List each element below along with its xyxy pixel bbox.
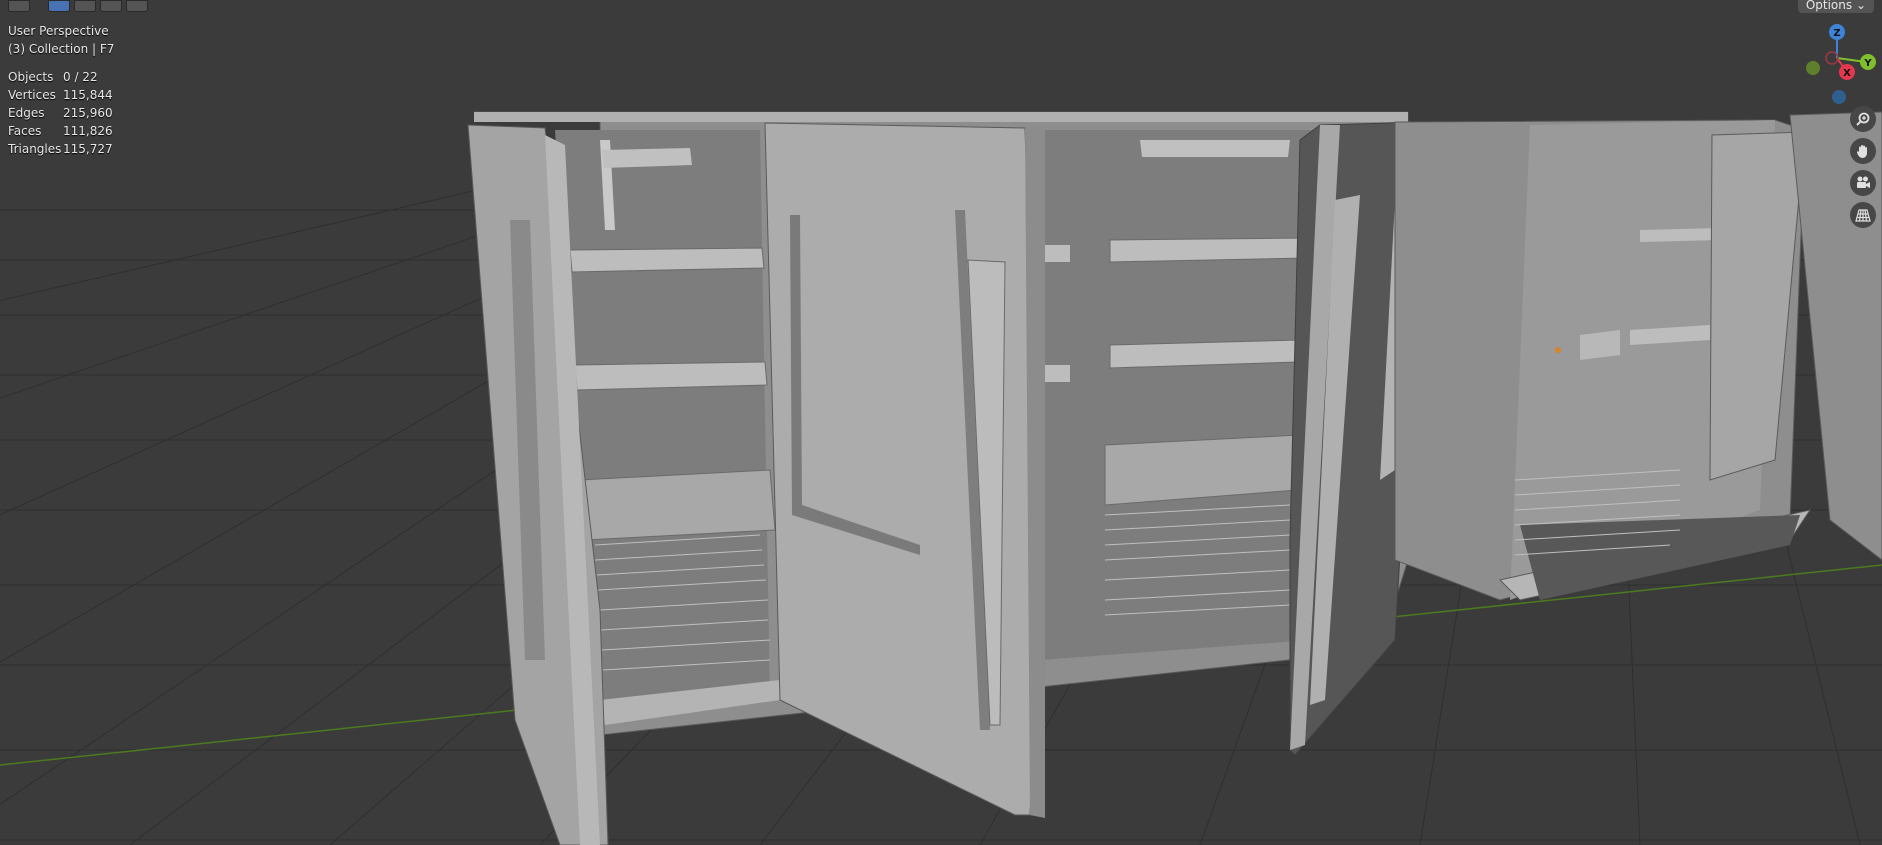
stat-value: 215,960 bbox=[63, 106, 113, 120]
camera-view-button[interactable] bbox=[1850, 170, 1876, 196]
gizmo-x-icon[interactable]: X bbox=[1839, 64, 1855, 80]
stat-value: 111,826 bbox=[63, 124, 113, 138]
3d-viewport[interactable]: Options ⌄ User Perspective (3) Collectio… bbox=[0, 0, 1882, 845]
select-invert-mode-button[interactable] bbox=[126, 0, 148, 12]
view-name: User Perspective bbox=[8, 24, 109, 38]
stat-row-objects: Objects 0 / 22 bbox=[8, 68, 113, 86]
viewport-scene bbox=[0, 111, 1882, 845]
select-box-mode-button[interactable] bbox=[48, 0, 70, 12]
stat-row-vertices: Vertices 115,844 bbox=[8, 86, 113, 104]
hand-icon bbox=[1856, 145, 1867, 158]
navigation-gizmo[interactable]: Z Y X bbox=[1792, 20, 1882, 110]
pan-button[interactable] bbox=[1850, 138, 1876, 164]
stat-value: 0 / 22 bbox=[63, 70, 98, 84]
zoom-icon bbox=[1856, 112, 1870, 126]
select-extend-mode-button[interactable] bbox=[74, 0, 96, 12]
gizmo-x-label: X bbox=[1843, 68, 1851, 79]
grid-icon bbox=[1855, 209, 1871, 222]
stat-value: 115,844 bbox=[63, 88, 113, 102]
gizmo-neg-y-icon[interactable] bbox=[1806, 61, 1820, 75]
stat-row-edges: Edges 215,960 bbox=[8, 104, 113, 122]
options-dropdown[interactable]: Options ⌄ bbox=[1797, 0, 1874, 13]
stat-label: Edges bbox=[8, 106, 45, 120]
stat-label: Vertices bbox=[8, 88, 56, 102]
stat-row-triangles: Triangles 115,727 bbox=[8, 140, 113, 158]
zoom-button[interactable] bbox=[1850, 106, 1876, 132]
gizmo-y-icon[interactable]: Y bbox=[1860, 54, 1876, 70]
select-subtract-mode-button[interactable] bbox=[100, 0, 122, 12]
editor-type-button[interactable] bbox=[8, 0, 30, 12]
gizmo-z-icon[interactable]: Z bbox=[1829, 24, 1845, 40]
navigation-tools bbox=[1850, 106, 1876, 228]
options-label: Options bbox=[1805, 0, 1853, 12]
gizmo-y-label: Y bbox=[1863, 58, 1872, 69]
stat-label: Faces bbox=[8, 124, 42, 138]
stat-value: 115,727 bbox=[63, 142, 113, 156]
gizmo-z-label: Z bbox=[1833, 28, 1840, 39]
scene-statistics: Objects 0 / 22 Vertices 115,844 Edges 215,9… bbox=[8, 68, 113, 158]
stat-label: Objects bbox=[8, 70, 54, 84]
select-mode-toolbar bbox=[8, 0, 148, 12]
stat-row-faces: Faces 111,826 bbox=[8, 122, 113, 140]
collection-info: (3) Collection | F7 bbox=[8, 42, 115, 56]
view-info: User Perspective (3) Collection | F7 bbox=[8, 22, 114, 58]
perspective-toggle-button[interactable] bbox=[1850, 202, 1876, 228]
camera-icon bbox=[1857, 176, 1870, 188]
stat-label: Triangles bbox=[8, 142, 62, 156]
gizmo-neg-z-icon[interactable] bbox=[1832, 90, 1846, 104]
refrigerator-model bbox=[467, 111, 1882, 845]
